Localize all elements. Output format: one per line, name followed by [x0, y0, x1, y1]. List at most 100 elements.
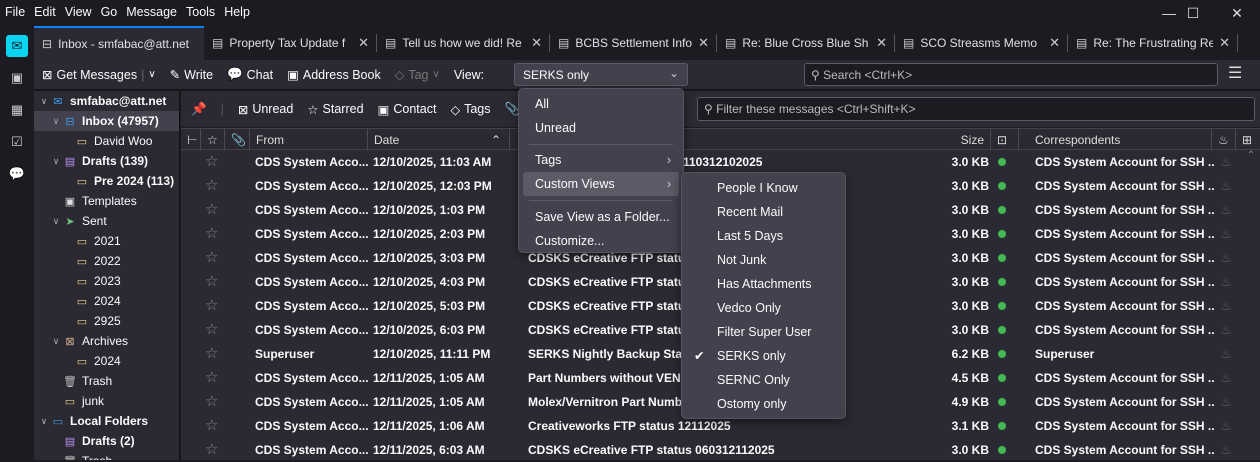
tab-4[interactable]: ▤ Re: Blue Cross Blue Sh ✕ [717, 26, 895, 60]
read-status-dot[interactable] [998, 398, 1006, 406]
folder-item[interactable]: ▤ Drafts (2) [34, 431, 179, 451]
folder-item[interactable]: ▭ 2021 [34, 231, 179, 251]
menu-message[interactable]: Message [126, 5, 177, 19]
folder-item[interactable]: ▭ Pre 2024 (113) [34, 171, 179, 191]
close-tab-icon[interactable]: ✕ [876, 35, 887, 51]
menu-item-save-view-as-folder[interactable]: Save View as a Folder... [523, 205, 679, 229]
tab-1[interactable]: ▤ Property Tax Update f ✕ [204, 26, 377, 60]
star-icon[interactable]: ☆ [205, 414, 218, 438]
thread-column-icon[interactable]: ⊢ [181, 129, 201, 150]
star-icon[interactable]: ☆ [205, 150, 218, 174]
star-icon[interactable]: ☆ [205, 222, 218, 246]
message-row[interactable]: ☆ CDS System Acco... 12/11/2025, 6:03 AM CD… [181, 438, 1241, 462]
message-row[interactable]: ☆ CDS System Acco... 12/10/2025, 11:03 AM 1… [181, 150, 1241, 174]
junk-icon[interactable]: ♨ [1221, 198, 1232, 222]
custom-view-item[interactable]: Has Attachments [686, 272, 841, 296]
folder-item[interactable]: 🗑 Trash [34, 451, 179, 460]
filter-tags-button[interactable]: ◇ Tags [450, 102, 490, 117]
menu-view[interactable]: View [65, 5, 92, 19]
filter-unread-button[interactable]: ⊠ Unread [238, 102, 293, 117]
folder-item[interactable]: ∨ ⊟ Inbox (47957) [34, 111, 179, 131]
junk-icon[interactable]: ♨ [1221, 294, 1232, 318]
tag-button[interactable]: ◇ Tag ∨ [395, 67, 440, 83]
chevron-down-icon[interactable]: ∨ [38, 416, 50, 427]
junk-icon[interactable]: ♨ [1221, 414, 1232, 438]
custom-view-item[interactable]: ✔ SERKS only [686, 344, 841, 368]
chevron-down-icon[interactable]: ∨ [50, 216, 62, 227]
custom-view-item[interactable]: Last 5 Days [686, 224, 841, 248]
close-tab-icon[interactable]: ✕ [698, 35, 709, 51]
tab-2[interactable]: ▤ Tell us how we did! Re ✕ [377, 26, 550, 60]
chevron-down-icon[interactable]: ∨ [148, 69, 155, 80]
folder-item[interactable]: ∨ ⊠ Archives [34, 331, 179, 351]
folder-item[interactable]: ▭ 2023 [34, 271, 179, 291]
folder-item[interactable]: ▭ 2024 [34, 351, 179, 371]
menu-help[interactable]: Help [224, 5, 250, 19]
chevron-down-icon[interactable]: ∨ [38, 96, 50, 107]
app-menu-button[interactable]: ☰ [1228, 63, 1242, 83]
folder-item[interactable]: ∨ ✉ smfabac@att.net [34, 91, 179, 111]
close-tab-icon[interactable]: ✕ [1049, 35, 1060, 51]
calendar-space-icon[interactable]: ▦ [6, 99, 28, 121]
global-search-input[interactable]: ⚲ Search <Ctrl+K> [804, 63, 1218, 86]
message-list-scrollbar[interactable]: ⌃ [1242, 150, 1260, 460]
folder-item[interactable]: ∨ ➤ Sent [34, 211, 179, 231]
menu-item-custom-views[interactable]: Custom Views › [523, 172, 679, 196]
column-from[interactable]: From [250, 129, 368, 150]
folder-item[interactable]: ▭ David Woo [34, 131, 179, 151]
menu-go[interactable]: Go [101, 5, 118, 19]
junk-icon[interactable]: ♨ [1221, 150, 1232, 174]
column-picker-icon[interactable]: ⊞ [1236, 129, 1260, 150]
custom-view-item[interactable]: Filter Super User [686, 320, 841, 344]
custom-view-item[interactable]: Not Junk [686, 248, 841, 272]
status-column-icon[interactable]: ⊡ [991, 129, 1019, 150]
menu-edit[interactable]: Edit [34, 5, 56, 19]
read-status-dot[interactable] [998, 254, 1006, 262]
junk-icon[interactable]: ♨ [1221, 174, 1232, 198]
menu-item-all[interactable]: All [523, 92, 679, 116]
column-date[interactable]: Date ⌃ [368, 129, 510, 150]
junk-column-icon[interactable]: ♨ [1212, 129, 1236, 150]
close-window-button[interactable]: ✕ [1214, 2, 1260, 24]
chat-space-icon[interactable]: 💬 [6, 163, 28, 185]
menu-item-unread[interactable]: Unread [523, 116, 679, 140]
read-status-dot[interactable] [998, 230, 1006, 238]
close-tab-icon[interactable]: ✕ [1219, 35, 1230, 51]
star-icon[interactable]: ☆ [205, 390, 218, 414]
menu-item-tags[interactable]: Tags › [523, 148, 679, 172]
read-status-dot[interactable] [998, 158, 1006, 166]
menu-file[interactable]: File [5, 5, 25, 19]
star-icon[interactable]: ☆ [205, 342, 218, 366]
junk-icon[interactable]: ♨ [1221, 390, 1232, 414]
address-book-button[interactable]: ▣ Address Book [287, 67, 381, 83]
pin-icon[interactable]: 📌 [191, 102, 207, 117]
view-select[interactable]: SERKS only ⌄ [514, 63, 688, 86]
get-messages-button[interactable]: ⊠ Get Messages | ∨ [42, 67, 156, 83]
custom-view-item[interactable]: Vedco Only [686, 296, 841, 320]
filter-messages-input[interactable]: ⚲ Filter these messages <Ctrl+Shift+K> [697, 97, 1255, 121]
maximize-button[interactable]: ☐ [1170, 2, 1216, 24]
star-icon[interactable]: ☆ [205, 294, 218, 318]
junk-icon[interactable]: ♨ [1221, 222, 1232, 246]
star-column-icon[interactable]: ☆ [201, 129, 225, 150]
tab-6[interactable]: ▤ Re: The Frustrating Re ✕ [1068, 26, 1238, 60]
address-book-space-icon[interactable]: ▣ [6, 67, 28, 89]
folder-item[interactable]: 🗑 Trash [34, 371, 179, 391]
tab-0[interactable]: ⊟ Inbox - smfabac@att.net [34, 26, 204, 60]
folder-item[interactable]: ▣ Templates [34, 191, 179, 211]
read-status-dot[interactable] [998, 278, 1006, 286]
star-icon[interactable]: ☆ [205, 198, 218, 222]
junk-icon[interactable]: ♨ [1221, 270, 1232, 294]
mail-space-icon[interactable]: ✉ [6, 35, 28, 57]
column-correspondents[interactable]: Correspondents [1019, 129, 1212, 150]
folder-item[interactable]: ∨ ▤ Drafts (139) [34, 151, 179, 171]
read-status-dot[interactable] [998, 422, 1006, 430]
star-icon[interactable]: ☆ [205, 246, 218, 270]
junk-icon[interactable]: ♨ [1221, 366, 1232, 390]
read-status-dot[interactable] [998, 374, 1006, 382]
menu-item-customize[interactable]: Customize... [523, 229, 679, 253]
star-icon[interactable]: ☆ [205, 318, 218, 342]
menu-tools[interactable]: Tools [186, 5, 215, 19]
folder-item[interactable]: ∨ ▭ Local Folders [34, 411, 179, 431]
tab-5[interactable]: ▤ SCO Streasms Memo ✕ [895, 26, 1068, 60]
